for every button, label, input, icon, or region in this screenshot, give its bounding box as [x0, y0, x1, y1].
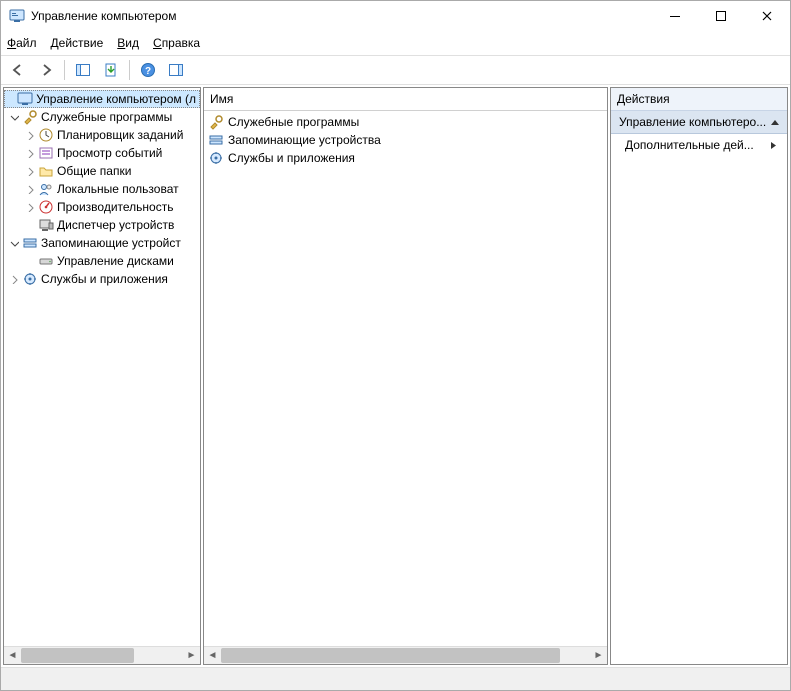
- collapse-icon[interactable]: [770, 118, 779, 127]
- menu-help[interactable]: Справка: [153, 36, 200, 50]
- spacer: [22, 253, 38, 269]
- expand-icon[interactable]: [22, 181, 38, 197]
- window-title: Управление компьютером: [31, 9, 652, 23]
- tools-icon: [208, 114, 224, 130]
- action-group-label: Управление компьютеро...: [619, 115, 766, 129]
- result-list[interactable]: Служебные программы Запоминающие устройс…: [204, 111, 607, 646]
- expand-icon[interactable]: [22, 199, 38, 215]
- help-button[interactable]: ?: [135, 57, 161, 83]
- list-item[interactable]: Запоминающие устройства: [204, 131, 607, 149]
- tree-task-scheduler[interactable]: Планировщик заданий: [4, 126, 200, 144]
- console-tree[interactable]: Управление компьютером (л Служебные прог…: [4, 88, 200, 646]
- menubar: Файл Действие Вид Справка: [1, 31, 790, 55]
- tree-storage[interactable]: Запоминающие устройст: [4, 234, 200, 252]
- collapse-icon[interactable]: [6, 109, 22, 125]
- titlebar: Управление компьютером: [1, 1, 790, 31]
- tree-root[interactable]: Управление компьютером (л: [4, 90, 200, 108]
- menu-view[interactable]: Вид: [117, 36, 139, 50]
- expand-icon[interactable]: [6, 271, 22, 287]
- export-button[interactable]: [98, 57, 124, 83]
- tree-local-users[interactable]: Локальные пользоват: [4, 180, 200, 198]
- close-button[interactable]: [744, 1, 790, 31]
- expand-icon[interactable]: [22, 127, 38, 143]
- list-item-label: Служебные программы: [228, 115, 359, 129]
- show-hide-actions-button[interactable]: [163, 57, 189, 83]
- submenu-arrow-icon: [770, 141, 777, 150]
- list-item-label: Запоминающие устройства: [228, 133, 381, 147]
- action-group[interactable]: Управление компьютеро...: [611, 111, 787, 134]
- tree-label: Управление компьютером (л: [36, 92, 196, 106]
- show-hide-tree-button[interactable]: [70, 57, 96, 83]
- actions-pane: Действия Управление компьютеро... Дополн…: [610, 87, 788, 665]
- back-button[interactable]: [5, 57, 31, 83]
- expand-icon[interactable]: [22, 163, 38, 179]
- tree-label: Просмотр событий: [57, 146, 162, 160]
- tree-label: Диспетчер устройств: [57, 218, 174, 232]
- services-icon: [22, 271, 38, 287]
- tree-disk-management[interactable]: Управление дисками: [4, 252, 200, 270]
- folder-icon: [38, 163, 54, 179]
- app-icon: [9, 8, 25, 24]
- tree-label: Локальные пользоват: [57, 182, 179, 196]
- action-more[interactable]: Дополнительные дей...: [611, 134, 787, 156]
- list-item-label: Службы и приложения: [228, 151, 355, 165]
- spacer: [4, 91, 17, 107]
- scroll-right-icon[interactable]: ►: [183, 647, 200, 664]
- storage-icon: [208, 132, 224, 148]
- tree-device-manager[interactable]: Диспетчер устройств: [4, 216, 200, 234]
- tree-shared-folders[interactable]: Общие папки: [4, 162, 200, 180]
- clock-icon: [38, 127, 54, 143]
- expand-icon[interactable]: [22, 145, 38, 161]
- tree-label: Планировщик заданий: [57, 128, 183, 142]
- tree-label: Службы и приложения: [41, 272, 168, 286]
- event-viewer-icon: [38, 145, 54, 161]
- services-icon: [208, 150, 224, 166]
- performance-icon: [38, 199, 54, 215]
- tree-label: Производительность: [57, 200, 173, 214]
- tools-icon: [22, 109, 38, 125]
- disk-icon: [38, 253, 54, 269]
- spacer: [22, 217, 38, 233]
- collapse-icon[interactable]: [6, 235, 22, 251]
- tree-label: Запоминающие устройст: [41, 236, 181, 250]
- forward-button[interactable]: [33, 57, 59, 83]
- action-label: Дополнительные дей...: [625, 138, 754, 152]
- svg-text:?: ?: [145, 66, 151, 77]
- list-hscroll[interactable]: ◄ ►: [204, 646, 607, 664]
- list-item[interactable]: Служебные программы: [204, 113, 607, 131]
- actions-header: Действия: [611, 88, 787, 111]
- tree-label: Управление дисками: [57, 254, 174, 268]
- main-area: Управление компьютером (л Служебные прог…: [1, 85, 790, 667]
- menu-action[interactable]: Действие: [51, 36, 104, 50]
- minimize-button[interactable]: [652, 1, 698, 31]
- tree-services-apps[interactable]: Службы и приложения: [4, 270, 200, 288]
- tree-pane: Управление компьютером (л Служебные прог…: [3, 87, 201, 665]
- toolbar: ?: [1, 55, 790, 85]
- list-pane: Имя Служебные программы Запоминающие уст…: [203, 87, 608, 665]
- tree-performance[interactable]: Производительность: [4, 198, 200, 216]
- maximize-button[interactable]: [698, 1, 744, 31]
- computer-management-window: Управление компьютером Файл Действие Вид…: [0, 0, 791, 691]
- tree-hscroll[interactable]: ◄ ►: [4, 646, 200, 664]
- scroll-left-icon[interactable]: ◄: [204, 647, 221, 664]
- tree-label: Служебные программы: [41, 110, 172, 124]
- computer-management-icon: [17, 91, 33, 107]
- device-manager-icon: [38, 217, 54, 233]
- tree-system-tools[interactable]: Служебные программы: [4, 108, 200, 126]
- tree-label: Общие папки: [57, 164, 131, 178]
- list-item[interactable]: Службы и приложения: [204, 149, 607, 167]
- column-header-name[interactable]: Имя: [204, 88, 607, 111]
- statusbar: [1, 667, 790, 690]
- users-icon: [38, 181, 54, 197]
- scroll-right-icon[interactable]: ►: [590, 647, 607, 664]
- menu-file[interactable]: Файл: [7, 36, 37, 50]
- storage-icon: [22, 235, 38, 251]
- tree-event-viewer[interactable]: Просмотр событий: [4, 144, 200, 162]
- scroll-left-icon[interactable]: ◄: [4, 647, 21, 664]
